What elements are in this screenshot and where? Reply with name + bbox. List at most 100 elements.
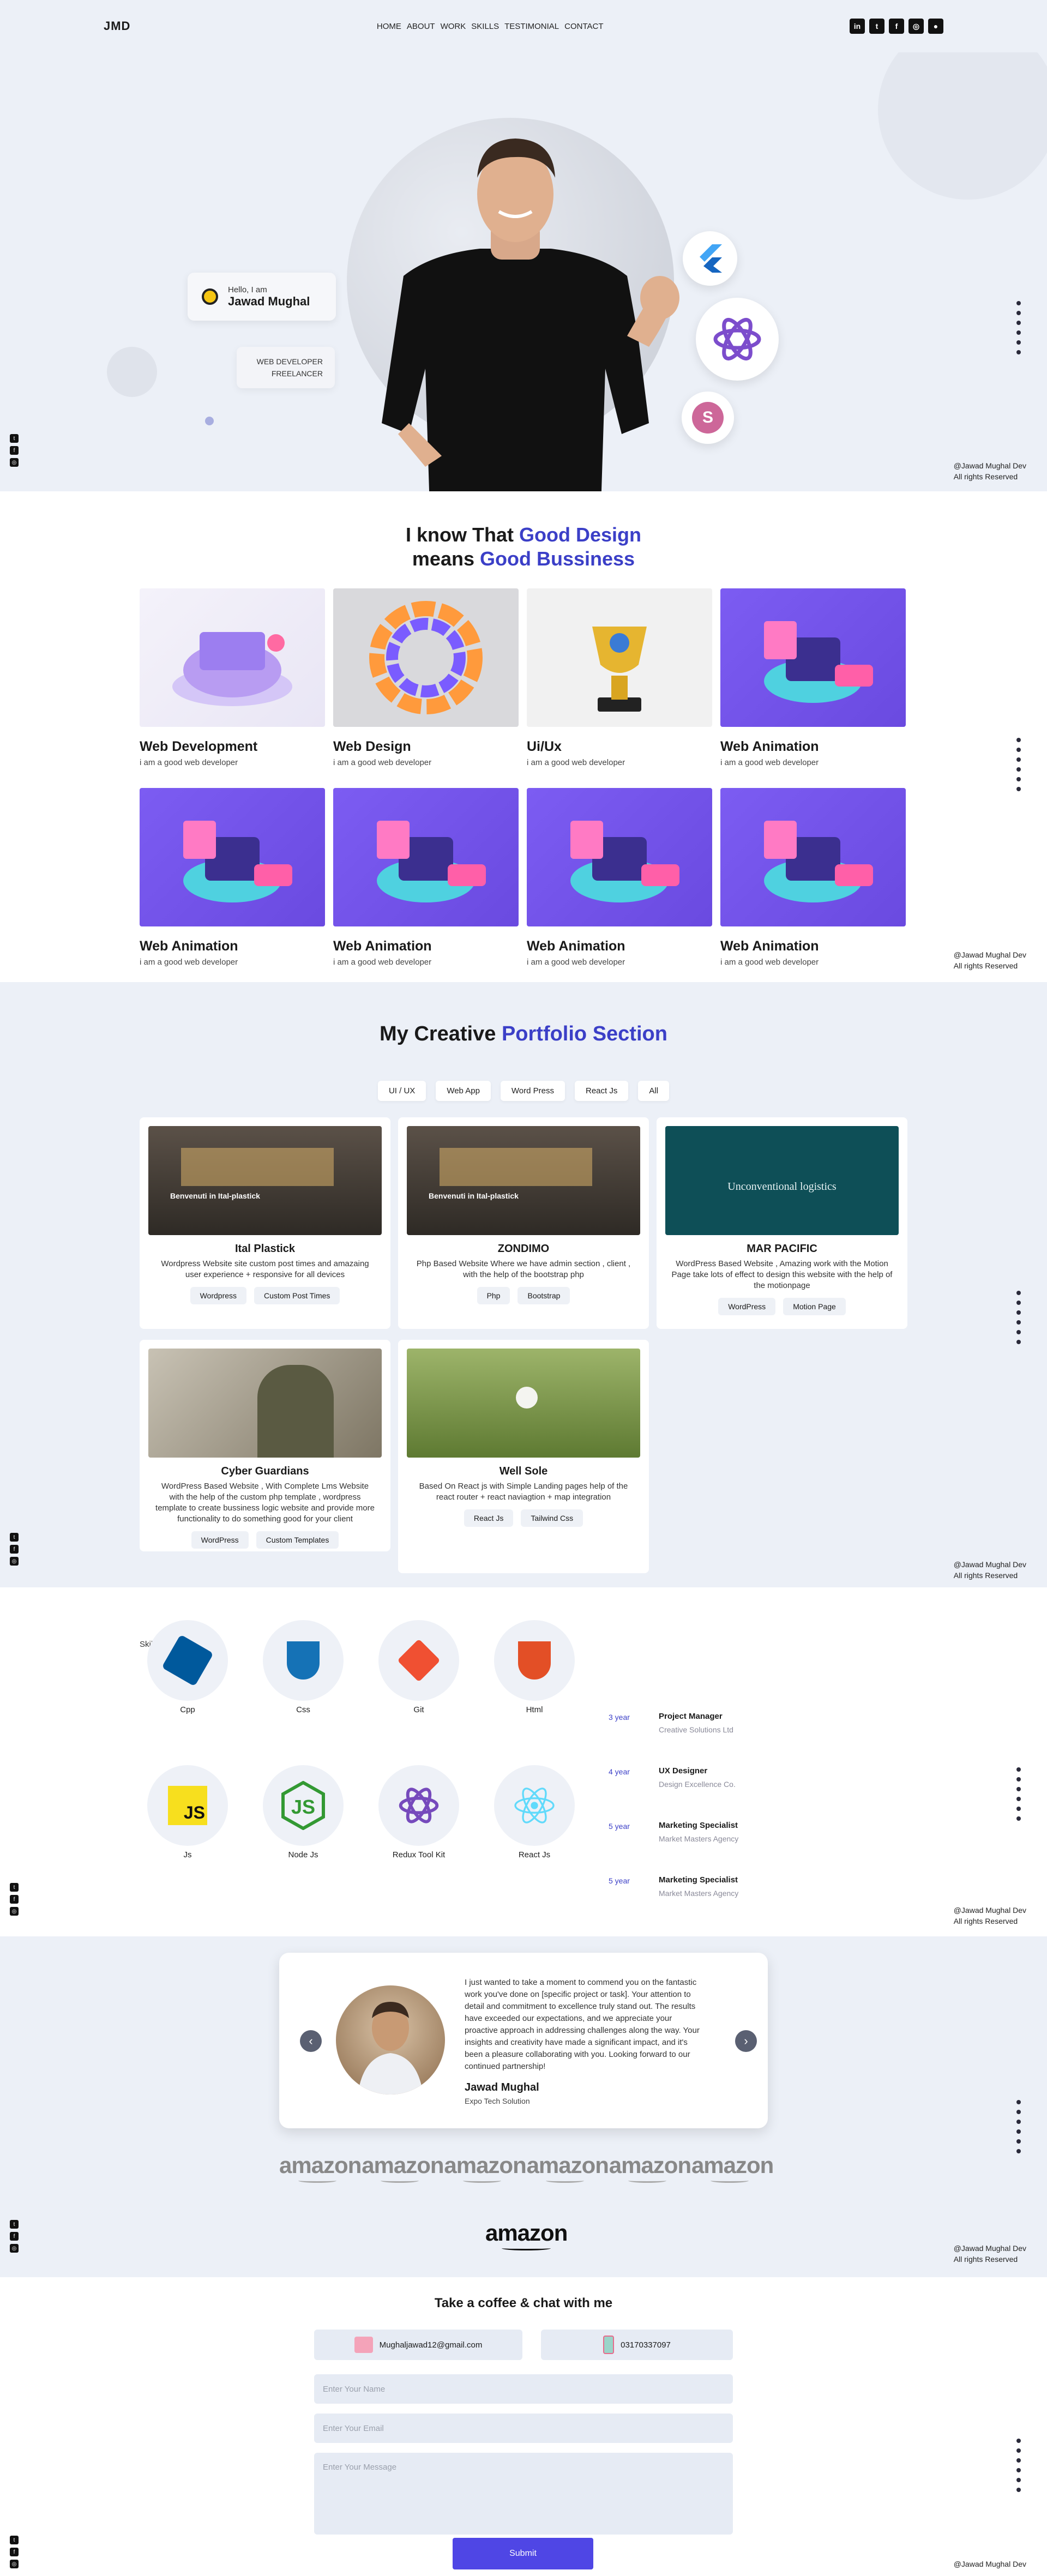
nav-about[interactable]: ABOUT	[407, 22, 435, 31]
project-card[interactable]: Cyber Guardians WordPress Based Website …	[140, 1340, 390, 1551]
pager-dot[interactable]	[1016, 2448, 1021, 2453]
instagram-icon[interactable]: ◎	[10, 458, 19, 467]
screenshot-banner: Benvenuti in Ital-plastick	[429, 1191, 519, 1200]
service-card[interactable]: Web Animation i am a good web developer	[140, 788, 325, 967]
nav-skills[interactable]: SKILLS	[471, 22, 499, 31]
pager-dot[interactable]	[1016, 330, 1021, 335]
pager-dot[interactable]	[1016, 2458, 1021, 2463]
service-image	[333, 588, 519, 727]
twitter-icon[interactable]: t	[869, 19, 884, 34]
filter-webapp[interactable]: Web App	[436, 1081, 491, 1101]
pager-dot[interactable]	[1016, 311, 1021, 315]
pager-dot[interactable]	[1016, 2110, 1021, 2114]
pager-dot[interactable]	[1016, 340, 1021, 345]
pager-dot[interactable]	[1016, 1340, 1021, 1344]
pager-dot[interactable]	[1016, 321, 1021, 325]
twitter-icon[interactable]: t	[10, 2536, 19, 2544]
filter-all[interactable]: All	[638, 1081, 670, 1101]
email-chip[interactable]: Mughaljawad12@gmail.com	[314, 2330, 522, 2360]
instagram-icon[interactable]: ◎	[908, 19, 924, 34]
facebook-icon[interactable]: f	[10, 446, 19, 455]
pager-dot[interactable]	[1016, 2478, 1021, 2482]
brand-smile	[628, 2178, 666, 2183]
twitter-icon[interactable]: t	[10, 2220, 19, 2229]
github-icon[interactable]: ●	[928, 19, 943, 34]
pager-dot[interactable]	[1016, 777, 1021, 781]
logo[interactable]: JMD	[104, 19, 130, 33]
pager-dot[interactable]	[1016, 2139, 1021, 2144]
pager-dot[interactable]	[1016, 2120, 1021, 2124]
pager-dot[interactable]	[1016, 748, 1021, 752]
service-card[interactable]: Web Development i am a good web develope…	[140, 588, 325, 767]
email-field[interactable]	[314, 2414, 733, 2443]
pager-dot[interactable]	[1016, 2149, 1021, 2153]
instagram-icon[interactable]: ◎	[10, 2244, 19, 2253]
pager-dot[interactable]	[1016, 2439, 1021, 2443]
pager-dot[interactable]	[1016, 787, 1021, 791]
facebook-icon[interactable]: f	[10, 1895, 19, 1904]
filter-wordpress[interactable]: Word Press	[500, 1081, 565, 1101]
project-card[interactable]: Benvenuti in Ital-plastick ZONDIMO Php B…	[398, 1117, 649, 1329]
experience-item: 3 year Project Manager Creative Solutions…	[609, 1712, 772, 1734]
nav-contact[interactable]: CONTACT	[564, 22, 603, 31]
pager-dot[interactable]	[1016, 1797, 1021, 1801]
pager-dot[interactable]	[1016, 1291, 1021, 1295]
pager-dot[interactable]	[1016, 757, 1021, 762]
phone-chip[interactable]: 03170337097	[541, 2330, 733, 2360]
pager-dot[interactable]	[1016, 767, 1021, 772]
pager-dot[interactable]	[1016, 1310, 1021, 1315]
portfolio-grid: Benvenuti in Ital-plastick Ital Plastick…	[140, 1117, 907, 1573]
instagram-icon[interactable]: ◎	[10, 1557, 19, 1566]
service-card[interactable]: Web Animation i am a good web developer	[333, 788, 519, 967]
pager-dot[interactable]	[1016, 2468, 1021, 2472]
service-card[interactable]: Ui/Ux i am a good web developer	[527, 588, 712, 767]
message-field[interactable]	[314, 2453, 733, 2535]
nav-work[interactable]: WORK	[441, 22, 466, 31]
next-arrow-icon[interactable]: ›	[735, 2030, 757, 2052]
facebook-icon[interactable]: f	[10, 2232, 19, 2241]
nav-testimonial[interactable]: TESTIMONIAL	[504, 22, 559, 31]
pager-dot[interactable]	[1016, 2100, 1021, 2104]
twitter-icon[interactable]: t	[10, 434, 19, 443]
instagram-icon[interactable]: ◎	[10, 2560, 19, 2568]
twitter-icon[interactable]: t	[10, 1883, 19, 1892]
facebook-icon[interactable]: f	[10, 1545, 19, 1554]
pager-dot[interactable]	[1016, 738, 1021, 742]
name-field[interactable]	[314, 2374, 733, 2404]
project-card[interactable]: Unconventional logistics MAR PACIFIC Wor…	[657, 1117, 907, 1329]
project-card[interactable]: Well Sole Based On React js with Simple …	[398, 1340, 649, 1573]
pager-dot[interactable]	[1016, 1320, 1021, 1325]
redux-icon	[696, 298, 779, 381]
pager-dot[interactable]	[1016, 2129, 1021, 2134]
service-card[interactable]: Web Animation i am a good web developer	[720, 788, 906, 967]
pager-dot[interactable]	[1016, 1301, 1021, 1305]
hello-card: Hello, I am Jawad Mughal	[188, 273, 336, 321]
instagram-icon[interactable]: ◎	[10, 1907, 19, 1916]
nav-home[interactable]: HOME	[377, 22, 401, 31]
experience-item: 5 year Marketing Specialist Market Master…	[609, 1821, 772, 1843]
submit-button[interactable]: Submit	[453, 2538, 593, 2569]
prev-arrow-icon[interactable]: ‹	[300, 2030, 322, 2052]
filter-reactjs[interactable]: React Js	[575, 1081, 629, 1101]
linkedin-icon[interactable]: in	[850, 19, 865, 34]
facebook-icon[interactable]: f	[10, 2548, 19, 2556]
pager-dot[interactable]	[1016, 1787, 1021, 1791]
tag: Motion Page	[783, 1298, 846, 1315]
service-card[interactable]: Web Animation i am a good web developer	[720, 588, 906, 767]
pager-dot[interactable]	[1016, 350, 1021, 354]
pager-dot[interactable]	[1016, 1767, 1021, 1772]
service-card[interactable]: Web Design i am a good web developer	[333, 588, 519, 767]
service-card[interactable]: Web Animation i am a good web developer	[527, 788, 712, 967]
pager-dot[interactable]	[1016, 2488, 1021, 2492]
filter-uiux[interactable]: UI / UX	[377, 1081, 426, 1101]
pager-dot[interactable]	[1016, 301, 1021, 305]
twitter-icon[interactable]: t	[10, 1533, 19, 1542]
hero-name: Jawad Mughal	[228, 294, 310, 308]
pager-dot[interactable]	[1016, 1807, 1021, 1811]
pager-dot[interactable]	[1016, 1330, 1021, 1334]
pager-dot[interactable]	[1016, 1777, 1021, 1781]
pager-dot[interactable]	[1016, 1816, 1021, 1821]
project-card[interactable]: Benvenuti in Ital-plastick Ital Plastick…	[140, 1117, 390, 1329]
facebook-icon[interactable]: f	[889, 19, 904, 34]
exp-company: Creative Solutions Ltd	[659, 1725, 733, 1734]
